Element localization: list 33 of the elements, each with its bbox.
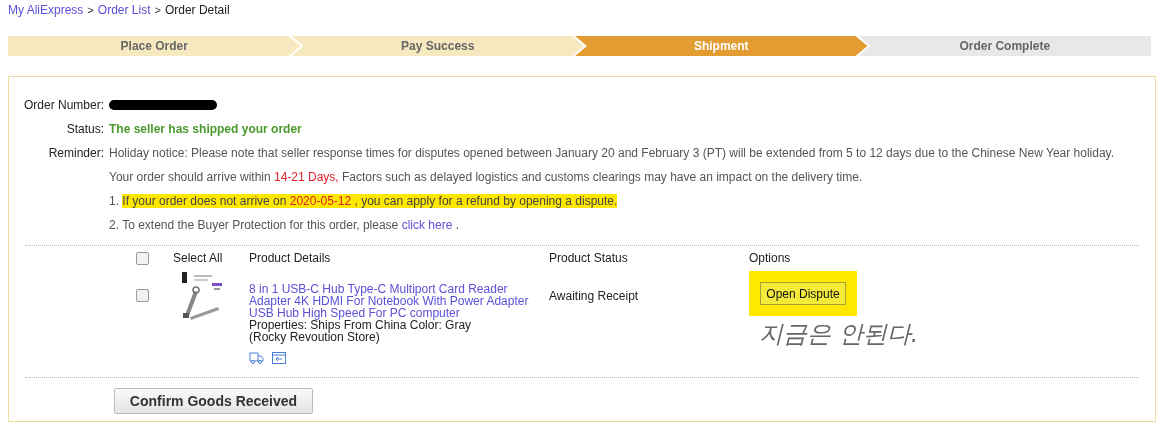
column-header: Product Details	[249, 251, 331, 265]
breadcrumb-link[interactable]: Order List	[97, 1, 151, 19]
field-label: Status:	[66, 122, 104, 136]
confirm-button[interactable]: Confirm Goods Received	[114, 388, 313, 414]
progress-step: Pay Success	[291, 36, 584, 56]
protection-text: 2. To extend the Buyer Protection for this order, please click here .	[109, 217, 459, 233]
field-label: Reminder:	[48, 146, 104, 160]
progress-step: Shipment	[575, 36, 868, 56]
breadcrumb-separator: >	[87, 2, 94, 18]
status-text: The seller has shipped your order	[109, 121, 302, 137]
open-dispute-button[interactable]: Open Dispute	[760, 282, 846, 305]
field-label: Order Number:	[23, 98, 104, 112]
breadcrumb-separator: >	[154, 2, 161, 18]
click-here-link[interactable]: click here	[401, 218, 453, 232]
progress-step: Order Complete	[858, 36, 1151, 56]
truck-icon[interactable]	[249, 351, 264, 364]
handwritten-note: 지금은 안된다.	[759, 319, 919, 350]
select-all-label: Select All	[173, 251, 223, 265]
store-name: (Rocky Revoution Store)	[249, 331, 381, 343]
breadcrumb-current: Order Detail	[164, 2, 230, 19]
product-status: Awaiting Receipt	[549, 289, 639, 303]
progress-step: Place Order	[8, 36, 301, 56]
checkbox[interactable]	[136, 289, 149, 302]
return-icon[interactable]	[272, 351, 286, 364]
product-title-link[interactable]: 8 in 1 USB-C Hub Type-C Multiport Card Reader Adapter 4K HDMI For Notebook With Power Adapter USB Hub High Speed For PC computer	[249, 283, 549, 319]
breadcrumb-link[interactable]: My AliExpress	[8, 1, 84, 19]
product-properties: Properties: Ships From China Color: Gray	[249, 319, 473, 331]
column-header: Options	[749, 251, 791, 265]
refund-text: 1. If your order does not arrive on 2020-05-12 , you can apply for a refund by opening a dispute.	[109, 193, 618, 209]
reminder-text: Holiday notice: Please note that seller response times for disputes opened between January 20 and February 3 (PT) will be extended from 5 to 12 days due to the Chinese New Year holiday.	[109, 145, 1115, 161]
column-header: Product Status	[549, 251, 628, 265]
delivery-text: Your order should arrive within 14-21 Days, Factors such as delayed logistics and customs clearings may have an impact on the delivery time.	[109, 169, 863, 185]
checkbox[interactable]	[136, 251, 149, 265]
